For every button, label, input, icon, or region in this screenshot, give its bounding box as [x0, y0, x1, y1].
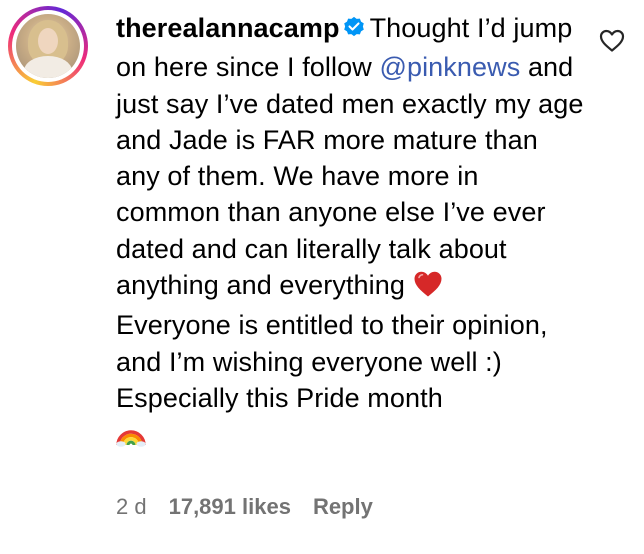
comment-text-end: Everyone is entitled to their opinion, a…: [116, 310, 548, 413]
comment-text-middle: and just say I’ve dated men exactly my a…: [116, 52, 584, 301]
heart-outline-icon[interactable]: [599, 29, 625, 58]
comment: therealannacamp Thought I’d jump on here …: [0, 0, 644, 554]
username[interactable]: therealannacamp: [116, 13, 340, 43]
reply-button[interactable]: Reply: [313, 494, 373, 520]
red-heart-emoji-icon: [413, 270, 443, 307]
likes-count[interactable]: 17,891 likes: [169, 494, 291, 520]
avatar[interactable]: [16, 14, 80, 78]
avatar-face: [38, 28, 58, 54]
rainbow-emoji-icon: [116, 420, 146, 456]
comment-timestamp[interactable]: 2 d: [116, 494, 147, 520]
mention-link[interactable]: @pinknews: [379, 52, 520, 82]
verified-badge-icon: [342, 13, 366, 49]
comment-meta: 2 d 17,891 likes Reply: [116, 494, 373, 520]
avatar-story-ring[interactable]: [8, 6, 88, 86]
comment-body: therealannacamp Thought I’d jump on here …: [116, 10, 586, 457]
avatar-body: [24, 56, 72, 78]
